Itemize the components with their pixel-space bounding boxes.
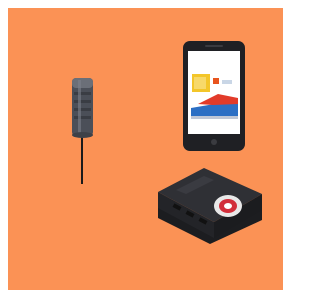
illustration-panel	[8, 8, 283, 290]
tire-pressure-sensor-icon	[72, 78, 93, 184]
device-illustration	[72, 41, 262, 244]
router-box-icon	[158, 168, 262, 244]
smartphone-icon	[183, 41, 245, 151]
phone-screen	[188, 51, 240, 134]
